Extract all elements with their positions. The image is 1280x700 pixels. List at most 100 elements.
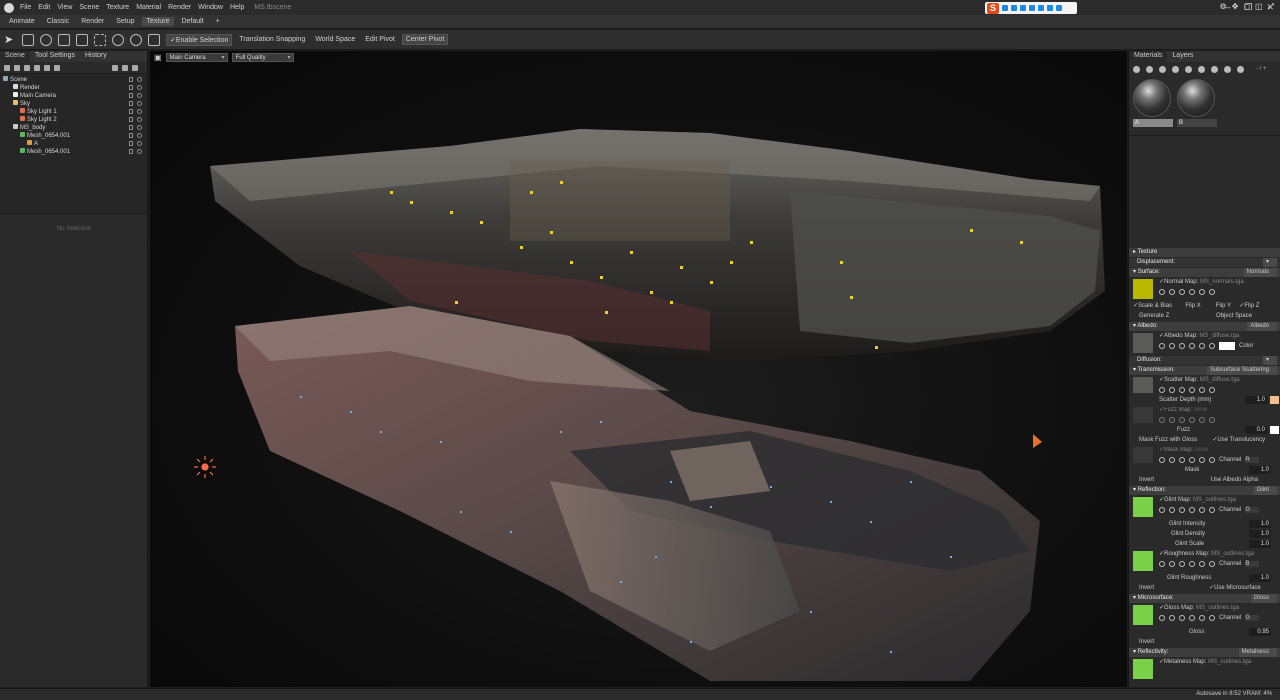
ime-icon[interactable] bbox=[1038, 5, 1044, 11]
material-icon[interactable] bbox=[1224, 65, 1231, 73]
menu-window[interactable]: Window bbox=[198, 4, 223, 11]
add-mesh-icon[interactable] bbox=[54, 64, 60, 71]
delete-icon[interactable] bbox=[1237, 65, 1244, 73]
close-icon[interactable] bbox=[1209, 507, 1215, 513]
reflectivity-select[interactable]: Metalness bbox=[1238, 648, 1277, 657]
fuzz-map-thumb[interactable] bbox=[1133, 407, 1153, 423]
lock-icon[interactable] bbox=[129, 141, 133, 146]
displacement-select[interactable]: ▾ bbox=[1262, 258, 1277, 267]
eye-icon[interactable] bbox=[137, 117, 142, 122]
tab-animate[interactable]: Animate bbox=[4, 17, 40, 26]
tree-item[interactable]: A bbox=[0, 140, 147, 148]
tab-default[interactable]: Default bbox=[176, 17, 208, 26]
invert-checkbox[interactable]: Invert bbox=[1139, 585, 1154, 591]
generate-z-checkbox[interactable]: Generate Z bbox=[1139, 313, 1169, 319]
close-icon[interactable] bbox=[1209, 615, 1215, 621]
edit-icon[interactable] bbox=[1189, 343, 1195, 349]
lock-icon[interactable] bbox=[129, 133, 133, 138]
edit-icon[interactable] bbox=[1189, 417, 1195, 423]
menu-view[interactable]: View bbox=[57, 4, 72, 11]
gear-icon[interactable] bbox=[1159, 457, 1165, 463]
material-item[interactable]: B bbox=[1177, 79, 1217, 127]
albedo-map-thumb[interactable] bbox=[1133, 333, 1153, 353]
box-select-icon[interactable] bbox=[94, 33, 106, 46]
circle-select-icon[interactable] bbox=[112, 33, 124, 46]
diffusion-select[interactable]: ▾ bbox=[1262, 356, 1277, 365]
rotate-tool-icon[interactable] bbox=[40, 33, 52, 46]
translation-snapping-toggle[interactable]: Translation Snapping bbox=[236, 35, 308, 44]
edit-icon[interactable] bbox=[1189, 387, 1195, 393]
transmission-select[interactable]: Subsurface Scattering bbox=[1206, 366, 1277, 375]
ime-icon[interactable] bbox=[1056, 5, 1062, 11]
pick-icon[interactable] bbox=[1179, 507, 1185, 513]
eye-icon[interactable] bbox=[137, 141, 142, 146]
select-tool-icon[interactable]: ➤ bbox=[4, 34, 16, 46]
eye-icon[interactable] bbox=[137, 149, 142, 154]
eye-icon[interactable] bbox=[137, 101, 142, 106]
delete-icon[interactable] bbox=[132, 64, 138, 71]
glint-intensity-input[interactable]: 1.0 bbox=[1249, 520, 1271, 528]
glint-map-thumb[interactable] bbox=[1133, 497, 1153, 517]
reflectivity-section[interactable]: ▾ Reflectivity: Metalness bbox=[1129, 648, 1280, 657]
edit-icon[interactable] bbox=[1189, 615, 1195, 621]
reload-icon[interactable] bbox=[1199, 457, 1205, 463]
gear-icon[interactable]: ⚙ bbox=[1220, 2, 1227, 12]
close-icon[interactable] bbox=[1209, 457, 1215, 463]
search-icon[interactable] bbox=[1169, 615, 1175, 621]
add-camera-icon[interactable] bbox=[24, 64, 30, 71]
ime-logo-icon[interactable]: S bbox=[987, 2, 999, 14]
lock-icon[interactable] bbox=[129, 85, 133, 90]
lock-icon[interactable] bbox=[129, 101, 133, 106]
glint-roughness-input[interactable]: 1.0 bbox=[1249, 574, 1271, 582]
close-icon[interactable] bbox=[1209, 289, 1215, 295]
gear-icon[interactable] bbox=[1159, 417, 1165, 423]
tab-scene[interactable]: Scene bbox=[0, 51, 30, 62]
expand-icon[interactable]: ⤢ bbox=[1268, 2, 1274, 12]
tab-texture[interactable]: Texture bbox=[141, 17, 175, 26]
lock-icon[interactable] bbox=[129, 117, 133, 122]
pick-icon[interactable] bbox=[1179, 289, 1185, 295]
use-albedo-alpha-checkbox[interactable]: Use Albedo Alpha bbox=[1211, 477, 1258, 483]
add-object-icon[interactable] bbox=[4, 64, 10, 71]
albedo-select[interactable]: Albedo bbox=[1247, 322, 1277, 331]
tree-item[interactable]: MS_body bbox=[0, 124, 147, 132]
gear-icon[interactable] bbox=[1159, 615, 1165, 621]
ime-icon[interactable] bbox=[1011, 5, 1017, 11]
world-space-toggle[interactable]: World Space bbox=[312, 35, 358, 44]
channel-select[interactable]: G bbox=[1245, 615, 1260, 621]
pick-material-icon[interactable] bbox=[1159, 65, 1166, 73]
search-icon[interactable] bbox=[1169, 507, 1175, 513]
scatter-color-swatch[interactable] bbox=[1270, 396, 1279, 404]
viewport[interactable] bbox=[150, 51, 1127, 687]
tab-classic[interactable]: Classic bbox=[42, 17, 75, 26]
split-view-icon[interactable]: ◫ bbox=[1255, 2, 1263, 12]
pick-icon[interactable] bbox=[1179, 615, 1185, 621]
camera-select[interactable]: Main Camera bbox=[165, 52, 228, 62]
fuzz-color-swatch[interactable] bbox=[1270, 426, 1279, 434]
gear-icon[interactable] bbox=[1159, 561, 1165, 567]
tree-item[interactable]: Mesh_0654.001 bbox=[0, 148, 147, 156]
use-translucency-checkbox[interactable]: Use Translucency bbox=[1217, 437, 1265, 443]
reload-icon[interactable] bbox=[1199, 507, 1205, 513]
flip-x-checkbox[interactable]: Flip X bbox=[1185, 303, 1200, 309]
search-icon[interactable] bbox=[1169, 417, 1175, 423]
flip-y-checkbox[interactable]: Flip Y bbox=[1216, 303, 1231, 309]
object-space-checkbox[interactable]: Object Space bbox=[1216, 313, 1252, 319]
edit-icon[interactable] bbox=[1189, 289, 1195, 295]
eye-icon[interactable] bbox=[137, 77, 142, 82]
transmission-section[interactable]: ▾ Transmission: Subsurface Scattering bbox=[1129, 366, 1280, 375]
tree-item[interactable]: Mesh_0654.001 bbox=[0, 132, 147, 140]
reload-icon[interactable] bbox=[1199, 387, 1205, 393]
tab-add[interactable]: + bbox=[211, 17, 225, 26]
light-gizmo-icon[interactable] bbox=[194, 456, 216, 478]
search-icon[interactable] bbox=[1169, 387, 1175, 393]
eye-icon[interactable] bbox=[137, 109, 142, 114]
duplicate-material-icon[interactable] bbox=[1146, 65, 1153, 73]
refresh-icon[interactable] bbox=[1211, 65, 1218, 73]
menu-material[interactable]: Material bbox=[136, 4, 161, 11]
eye-icon[interactable] bbox=[137, 133, 142, 138]
move-view-icon[interactable]: ✥ bbox=[1232, 2, 1239, 12]
tab-tool-settings[interactable]: Tool Settings bbox=[30, 51, 80, 62]
eye-icon[interactable] bbox=[137, 85, 142, 90]
search-icon[interactable] bbox=[1169, 457, 1175, 463]
